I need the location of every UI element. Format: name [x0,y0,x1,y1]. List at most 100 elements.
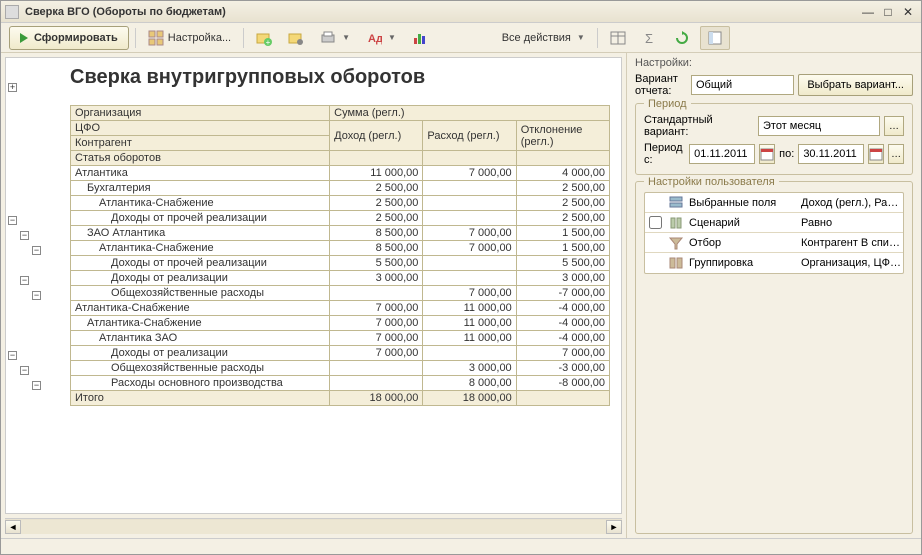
table-row[interactable]: Доходы от прочей реализации5 500,005 500… [71,256,610,271]
close-button[interactable]: ✕ [899,4,917,20]
all-actions-button[interactable]: Все действия ▼ [496,26,591,50]
report-table: ОрганизацияСумма (регл.) Доход (регл.)Ра… [70,105,610,406]
hdr-dev: Отклонение (регл.) [516,121,609,151]
table-row[interactable]: Атлантика-Снабжение7 000,0011 000,00-4 0… [71,316,610,331]
tree-collapse[interactable]: − [20,231,29,240]
table-row[interactable]: Атлантика-Снабжение8 500,007 000,001 500… [71,241,610,256]
settings-label: Настройка... [168,32,231,44]
tree-collapse[interactable]: − [20,276,29,285]
window-title: Сверка ВГО (Обороты по бюджетам) [25,6,859,18]
period-more[interactable]: … [888,144,904,164]
play-icon [20,33,28,43]
hdr-sum: Сумма (регл.) [330,106,610,121]
tree-collapse[interactable]: − [8,216,17,225]
hdr-income: Доход (регл.) [330,121,423,151]
tb-view-2[interactable]: Σ [636,26,664,50]
table-row[interactable]: Доходы от реализации3 000,003 000,00 [71,271,610,286]
tb-view-1[interactable] [604,26,632,50]
scenario-icon [665,216,687,230]
svg-text:Aд: Aд [368,33,382,45]
scroll-left[interactable]: ◄ [5,520,21,534]
settings-row[interactable]: Группировка Организация, ЦФО, К... [645,253,903,273]
chart-icon [412,30,428,46]
scroll-right[interactable]: ► [606,520,622,534]
std-variant-more[interactable]: … [884,116,904,136]
tree-collapse[interactable]: − [20,366,29,375]
tb-view-4[interactable] [700,26,730,50]
table-row[interactable]: Атлантика-Снабжение2 500,002 500,00 [71,196,610,211]
tb-btn-5[interactable] [406,26,434,50]
text-icon: Aд [366,30,382,46]
filter-icon [665,236,687,250]
user-settings-fieldset: Настройки пользователя Выбранные поля До… [635,181,913,534]
settings-row[interactable]: Выбранные поля Доход (регл.), Расход... [645,193,903,213]
variant-field[interactable]: Общий [691,75,794,95]
std-variant-field[interactable]: Этот месяц [758,116,880,136]
variant-label: Вариант отчета: [635,73,687,97]
grid-icon [148,30,164,46]
scenario-checkbox[interactable] [649,216,662,229]
statusbar [1,538,921,554]
table-row[interactable]: Доходы от реализации7 000,007 000,00 [71,346,610,361]
report-pane: + − − − − − − − − Сверка внутри [1,53,627,538]
total-expense: 18 000,00 [423,391,516,406]
scroll-track[interactable] [21,520,606,534]
scrollbar-h[interactable]: ◄ ► [5,518,622,534]
svg-text:Σ: Σ [645,31,653,46]
tb-btn-2[interactable] [282,26,310,50]
tb-btn-1[interactable]: + [250,26,278,50]
maximize-button[interactable]: □ [879,4,897,20]
fields-icon [665,196,687,210]
hdr-expense: Расход (регл.) [423,121,516,151]
hdr-cfo: ЦФО [71,121,330,136]
settings-button[interactable]: Настройка... [142,26,237,50]
svg-text:+: + [266,38,271,46]
settings-row[interactable]: Отбор Контрагент В списке... [645,233,903,253]
period-from-label: Период с: [644,142,685,166]
hdr-org: Организация [71,106,330,121]
minimize-button[interactable]: — [859,4,877,20]
generate-label: Сформировать [34,32,118,44]
table-row[interactable]: Доходы от прочей реализации2 500,002 500… [71,211,610,226]
tb-btn-4[interactable]: Aд▼ [360,26,402,50]
generate-button[interactable]: Сформировать [9,26,129,50]
tb-btn-3[interactable]: ▼ [314,26,356,50]
user-settings-legend: Настройки пользователя [644,176,779,188]
table-row[interactable]: Общехозяйственные расходы7 000,00-7 000,… [71,286,610,301]
total-label: Итого [71,391,330,406]
tree-collapse[interactable]: − [32,246,41,255]
tree-column: + − − − − − − − − [6,58,66,410]
sum-icon: Σ [642,30,658,46]
choose-variant-button[interactable]: Выбрать вариант... [798,74,913,96]
hdr-article: Статья оборотов [71,151,330,166]
tree-collapse[interactable]: − [32,381,41,390]
date-to-field[interactable]: 30.11.2011 [798,144,864,164]
report-area[interactable]: + − − − − − − − − Сверка внутри [5,57,622,514]
table-row[interactable]: Атлантика11 000,007 000,004 000,00 [71,166,610,181]
date-from-cal[interactable] [759,144,775,164]
all-actions-label: Все действия [502,32,571,44]
panel-icon [707,30,723,46]
total-dev [516,391,609,406]
titlebar: Сверка ВГО (Обороты по бюджетам) — □ ✕ [1,1,921,23]
total-income: 18 000,00 [330,391,423,406]
table-row[interactable]: Атлантика-Снабжение7 000,0011 000,00-4 0… [71,301,610,316]
tree-collapse[interactable]: − [32,291,41,300]
print-icon [320,30,336,46]
table-row[interactable]: ЗАО Атлантика8 500,007 000,001 500,00 [71,226,610,241]
folder-plus-icon: + [256,30,272,46]
date-to-cal[interactable] [868,144,884,164]
tree-expand[interactable]: + [8,83,17,92]
tree-collapse[interactable]: − [8,351,17,360]
table-row[interactable]: Расходы основного производства8 000,00-8… [71,376,610,391]
date-from-field[interactable]: 01.11.2011 [689,144,755,164]
tb-view-3[interactable] [668,26,696,50]
table-row[interactable]: Бухгалтерия2 500,002 500,00 [71,181,610,196]
settings-row[interactable]: Сценарий Равно [645,213,903,233]
refresh-icon [674,30,690,46]
toolbar: Сформировать Настройка... + ▼ Aд▼ Все де… [1,23,921,53]
app-window: Сверка ВГО (Обороты по бюджетам) — □ ✕ С… [0,0,922,555]
hdr-contractor: Контрагент [71,136,330,151]
table-row[interactable]: Атлантика ЗАО7 000,0011 000,00-4 000,00 [71,331,610,346]
table-row[interactable]: Общехозяйственные расходы3 000,00-3 000,… [71,361,610,376]
